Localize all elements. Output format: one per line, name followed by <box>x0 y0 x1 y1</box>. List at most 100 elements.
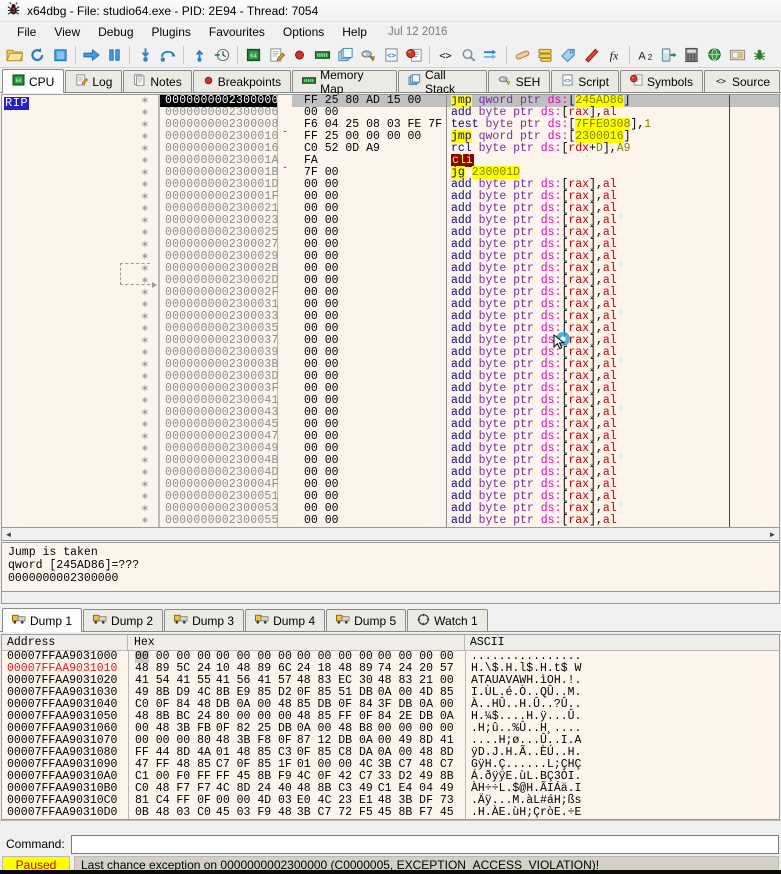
disassembly-comment[interactable] <box>730 335 779 347</box>
instruction-column[interactable]: jmp qword ptr ds:[245AD86] add byte ptr d… <box>447 95 730 527</box>
disassembly-comment[interactable] <box>730 119 779 131</box>
dump-hex-bytes[interactable]: 0B 48 03 C0 45 03 F9 48 3B C7 72 F5 45 8… <box>128 807 465 819</box>
tab-dump-1[interactable]: Dump 1 <box>2 608 83 632</box>
web-icon[interactable] <box>703 44 725 66</box>
disassembly-comment[interactable] <box>730 455 779 467</box>
disassembly-view[interactable]: RIP ✶ ✶ ✶ ✶ ✶ ✶ ✶ ✶ ✶ ✶ ✶ ✶ ✶ ✶ ✶ ✶ ✶ ✶ ✶ ✶ ✶ ✶ ✶ ✶ ✶ ✶ ✶ ✶ ✶ ✶ ✶ ✶ ✶ ✶ ✶ ✶… <box>1 94 780 528</box>
disassembly-comment[interactable] <box>730 443 779 455</box>
disassembly-comment[interactable] <box>730 107 779 119</box>
restart-icon[interactable] <box>26 44 48 66</box>
scroll-right-button[interactable]: ► <box>766 528 779 540</box>
disassembly-comment[interactable] <box>730 383 779 395</box>
disassembly-comment[interactable] <box>730 227 779 239</box>
cpu-icon[interactable]: 64 <box>242 44 264 66</box>
disassembly-address[interactable]: 0000000002300055 <box>160 515 278 527</box>
menu-item-help[interactable]: Help <box>333 23 376 41</box>
disassembly-comment[interactable] <box>730 311 779 323</box>
bookmarks-icon[interactable] <box>580 44 602 66</box>
disassembly-comment[interactable] <box>730 395 779 407</box>
disassembly-comment[interactable] <box>730 239 779 251</box>
disassembly-comment[interactable] <box>730 479 779 491</box>
tab-symbols[interactable]: Symbols <box>619 70 703 92</box>
dump-header-ascii[interactable]: ASCII <box>465 635 779 650</box>
disassembly-comment[interactable] <box>730 203 779 215</box>
dump-header-address[interactable]: Address <box>2 635 128 650</box>
menu-item-file[interactable]: File <box>8 23 45 41</box>
disassembly-comment[interactable] <box>730 323 779 335</box>
disassembly-comment[interactable] <box>730 215 779 227</box>
disassembly-comment[interactable] <box>730 515 779 527</box>
disassembly-comment[interactable] <box>730 263 779 275</box>
call-stack-icon[interactable] <box>334 44 356 66</box>
disassembly-comment[interactable] <box>730 407 779 419</box>
seh-icon[interactable]: ! <box>357 44 379 66</box>
references-icon[interactable] <box>457 44 479 66</box>
threads-icon[interactable] <box>480 44 502 66</box>
tab-watch-1[interactable]: Watch 1 <box>407 609 488 631</box>
disassembly-instruction[interactable]: rcl byte ptr ds:[rdx+D],A9 <box>447 143 729 155</box>
symbols-icon[interactable] <box>403 44 425 66</box>
disassembly-horizontal-scrollbar[interactable]: ◄ ► <box>1 528 780 541</box>
plugin-icon[interactable] <box>749 44 771 66</box>
appearance-icon[interactable]: A2 <box>634 44 656 66</box>
scroll-left-button[interactable]: ◄ <box>2 528 15 540</box>
disassembly-comment[interactable] <box>730 287 779 299</box>
menu-item-plugins[interactable]: Plugins <box>143 23 200 41</box>
pause-icon[interactable] <box>103 44 125 66</box>
disassembly-comment[interactable] <box>730 431 779 443</box>
notes-icon[interactable] <box>726 44 748 66</box>
dump-view[interactable]: Address Hex ASCII 00007FFAA9031000 00 00 … <box>1 634 780 820</box>
disassembly-comment[interactable] <box>730 299 779 311</box>
disassembly-comment[interactable] <box>730 503 779 515</box>
patches-icon[interactable] <box>511 44 533 66</box>
tab-call-stack[interactable]: Call Stack <box>398 68 487 96</box>
dump-header-hex[interactable]: Hex <box>128 635 465 650</box>
disassembly-comment[interactable] <box>730 251 779 263</box>
labels-icon[interactable] <box>557 44 579 66</box>
step-over-icon[interactable] <box>157 44 179 66</box>
info-panel-scrollbar[interactable] <box>1 592 780 604</box>
tab-source[interactable]: <> Source <box>703 70 780 92</box>
comment-column[interactable] <box>730 95 779 527</box>
disassembly-comment[interactable] <box>730 179 779 191</box>
hex-group[interactable]: 45 8B F7 45 <box>378 807 454 819</box>
hex-group[interactable]: 0B 48 03 C0 <box>135 807 211 819</box>
hex-bytes-column[interactable]: FF 25 80 AD 15 00 00 00 F6 04 25 08 03 FE … <box>292 95 447 527</box>
tab-seh[interactable]: SEH <box>487 70 551 92</box>
stop-icon[interactable] <box>49 44 71 66</box>
run-to-icon[interactable] <box>211 44 233 66</box>
menu-item-view[interactable]: View <box>45 23 89 41</box>
dump-ascii[interactable]: .H.ÀE.ùH;ÇròE.÷E <box>465 807 779 819</box>
menu-item-favourites[interactable]: Favourites <box>200 23 274 41</box>
disassembly-comment[interactable] <box>730 419 779 431</box>
menu-item-options[interactable]: Options <box>274 23 333 41</box>
tab-dump-5[interactable]: Dump 5 <box>326 609 407 631</box>
tab-dump-4[interactable]: Dump 4 <box>245 609 326 631</box>
variables-icon[interactable] <box>657 44 679 66</box>
tab-memory-map[interactable]: Memory Map <box>292 68 398 96</box>
script-icon[interactable]: <> <box>380 44 402 66</box>
tab-dump-2[interactable]: Dump 2 <box>83 609 164 631</box>
disassembly-comment[interactable] <box>730 359 779 371</box>
breakpoint-icon[interactable] <box>288 44 310 66</box>
disassembly-comment[interactable] <box>730 491 779 503</box>
disassembly-hex-bytes[interactable]: 00 00 <box>292 515 446 527</box>
run-icon[interactable] <box>80 44 102 66</box>
functions-icon[interactable]: fx <box>603 44 625 66</box>
disassembly-comment[interactable] <box>730 371 779 383</box>
hex-group[interactable]: 3B C7 72 F5 <box>297 807 373 819</box>
menu-item-debug[interactable]: Debug <box>89 23 142 41</box>
log-icon[interactable] <box>265 44 287 66</box>
dump-horizontal-scrollbar[interactable] <box>0 820 781 832</box>
tab-dump-3[interactable]: Dump 3 <box>164 609 245 631</box>
disassembly-comment[interactable] <box>730 191 779 203</box>
tab-cpu[interactable]: 64 CPU <box>2 69 65 93</box>
step-into-icon[interactable] <box>134 44 156 66</box>
comments-icon[interactable] <box>534 44 556 66</box>
source-icon[interactable]: <> <box>434 44 456 66</box>
disassembly-comment[interactable] <box>730 155 779 167</box>
dump-address[interactable]: 00007FFAA90310D0 <box>2 807 128 819</box>
open-icon[interactable] <box>3 44 25 66</box>
tab-breakpoints[interactable]: Breakpoints <box>192 70 292 92</box>
hex-group[interactable]: 45 03 F9 48 <box>216 807 292 819</box>
